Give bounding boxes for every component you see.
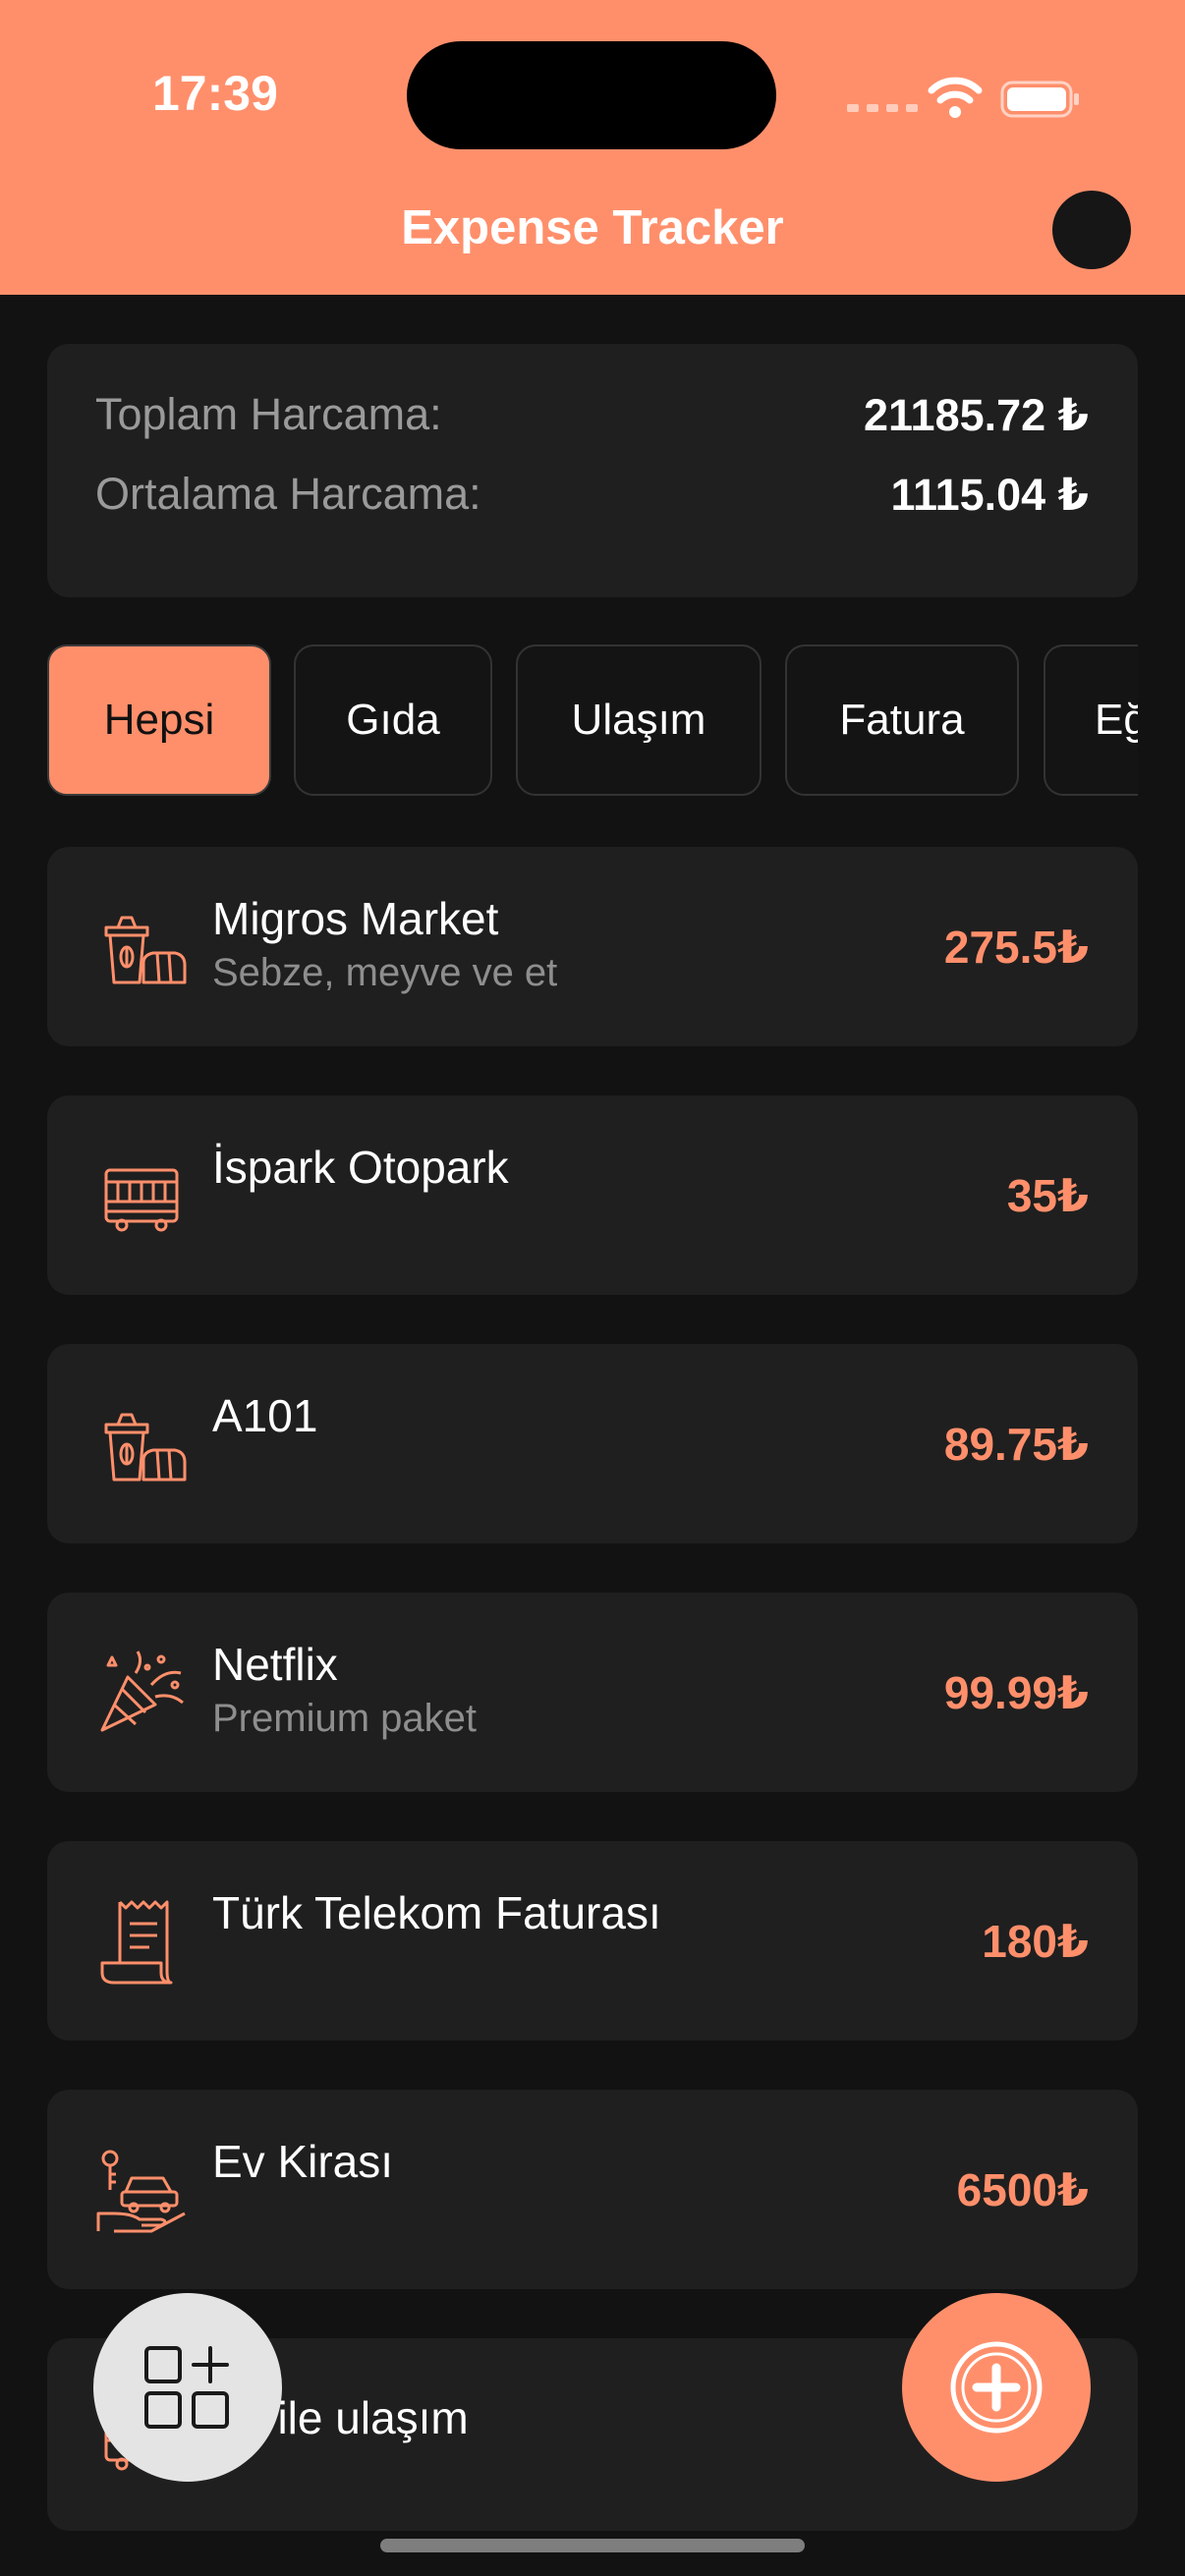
battery-icon	[1000, 81, 1079, 118]
expense-amount: 35₺	[1006, 1169, 1089, 1221]
rent-icon	[96, 2150, 186, 2232]
categories-add-icon	[144, 2346, 229, 2429]
expense-card[interactable]: Türk Telekom Faturası 180₺	[47, 1841, 1138, 2041]
expense-amount: 180₺	[982, 1915, 1089, 1967]
expense-card[interactable]: Migros Market Sebze, meyve ve et 275.5₺	[47, 847, 1138, 1046]
expense-amount: 99.99₺	[943, 1666, 1089, 1718]
expense-subtitle: Sebze, meyve ve et	[212, 951, 558, 994]
grocery-icon	[104, 1413, 187, 1481]
bus-icon	[104, 1168, 179, 1231]
cellular-signal-icon	[847, 104, 918, 112]
category-filter-bar: Hepsi Gıda Ulaşım Fatura Eğ	[47, 644, 1138, 800]
expense-title: Ev Kirası	[212, 2136, 394, 2187]
add-circle-icon	[950, 2341, 1043, 2434]
filter-chip-education[interactable]: Eğ	[1044, 644, 1138, 796]
summary-card: Toplam Harcama: 21185.72 ₺ Ortalama Harc…	[47, 344, 1138, 597]
add-expense-button[interactable]	[902, 2293, 1091, 2482]
total-value: 21185.72 ₺	[863, 390, 1089, 440]
expense-card[interactable]: İspark Otopark 35₺	[47, 1095, 1138, 1295]
receipt-icon	[100, 1900, 173, 1984]
filter-chip-bill[interactable]: Fatura	[785, 644, 1019, 796]
expense-title: Türk Telekom Faturası	[212, 1887, 661, 1938]
expense-amount: 6500₺	[956, 2163, 1089, 2215]
party-popper-icon	[100, 1650, 184, 1731]
expense-title: İspark Otopark	[212, 1142, 509, 1193]
status-icons	[847, 73, 1083, 122]
app-header: 17:39 Expense Tracker	[0, 0, 1185, 295]
status-time: 17:39	[152, 66, 278, 121]
grocery-icon	[104, 916, 187, 983]
total-label: Toplam Harcama:	[95, 389, 442, 439]
average-value: 1115.04 ₺	[890, 470, 1089, 520]
filter-chip-transport[interactable]: Ulaşım	[516, 644, 762, 796]
average-row: Ortalama Harcama: 1115.04 ₺	[95, 469, 1089, 528]
expense-amount: 275.5₺	[943, 921, 1089, 973]
categories-button[interactable]	[93, 2293, 282, 2482]
home-indicator	[380, 2539, 805, 2552]
average-label: Ortalama Harcama:	[95, 469, 481, 519]
filter-chip-all[interactable]: Hepsi	[47, 644, 271, 796]
dynamic-island	[407, 41, 776, 149]
page-title: Expense Tracker	[401, 201, 784, 254]
filter-chip-food[interactable]: Gıda	[294, 644, 492, 796]
expense-title: A101	[212, 1390, 318, 1441]
expense-card[interactable]: A101 89.75₺	[47, 1344, 1138, 1543]
wifi-icon	[928, 77, 983, 118]
profile-button[interactable]	[1052, 191, 1131, 269]
expense-title: Migros Market	[212, 893, 499, 944]
total-row: Toplam Harcama: 21185.72 ₺	[95, 389, 1089, 448]
expense-amount: 89.75₺	[943, 1418, 1089, 1470]
expense-subtitle: Premium paket	[212, 1697, 477, 1740]
expense-title: Netflix	[212, 1639, 338, 1690]
expense-card[interactable]: Netflix Premium paket 99.99₺	[47, 1593, 1138, 1792]
expense-card[interactable]: Ev Kirası 6500₺	[47, 2090, 1138, 2289]
